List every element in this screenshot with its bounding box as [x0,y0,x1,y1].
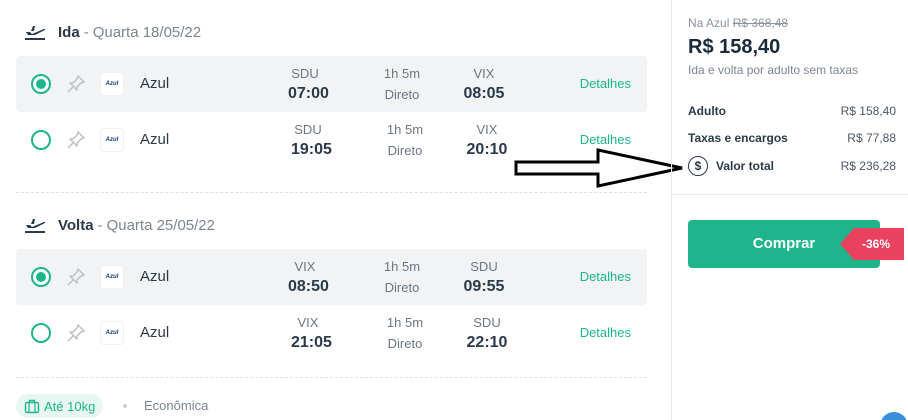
outbound-label: Ida [58,23,80,41]
destination-cell: SDU 22:10 [465,315,509,352]
flight-radio[interactable] [31,74,51,94]
destination-cell: VIX 08:05 [462,66,506,103]
airline-logo: Azul [100,128,124,152]
origin-cell: VIX 08:50 [288,259,329,296]
flight-option-row[interactable]: Azul Azul VIX 21:05 1h 5m Direto SDU 22:… [16,305,647,361]
original-price: R$ 368,48 [732,16,789,30]
flight-stops: Direto [387,336,423,351]
flight-radio[interactable] [31,323,51,343]
cabin-class: Econômica [144,398,209,413]
details-link[interactable]: Detalhes [580,269,631,284]
airline-name: Azul [140,75,170,92]
summary-line-adult: Adulto R$ 158,40 [688,104,896,118]
pin-icon[interactable] [66,323,86,343]
summary-divider [672,194,908,195]
current-price: R$ 158,40 [688,36,781,58]
outbound-header: Ida - Quarta 18/05/22 [24,23,201,41]
pin-icon[interactable] [66,267,86,287]
section-divider [16,377,647,378]
original-price-line: Na Azul R$ 368,48 [688,16,788,30]
departure-time: 21:05 [291,334,332,351]
destination-cell: VIX 20:10 [465,122,509,159]
destination-code: VIX [473,66,495,81]
return-header: Volta - Quarta 25/05/22 [24,216,215,234]
flight-stops: Direto [387,143,423,158]
airline-name: Azul [140,268,170,285]
arrival-time: 22:10 [466,334,508,351]
origin-code: VIX [294,259,316,274]
separator-dot [123,404,127,408]
section-divider [16,192,647,193]
flight-duration: 1h 5m [383,259,421,274]
details-link[interactable]: Detalhes [580,325,631,340]
summary-line-label: Taxas e encargos [688,131,788,145]
pin-icon[interactable] [66,74,86,94]
price-note: Ida e volta por adulto sem taxas [688,63,859,77]
departure-time: 08:50 [288,278,329,295]
flight-stops: Direto [384,87,420,102]
summary-line-total: $ Valor total R$ 236,28 [688,156,896,176]
duration-cell: 1h 5m Direto [381,315,429,351]
airline-logo: Azul [100,321,124,345]
summary-line-label: Adulto [688,104,726,118]
origin-code: VIX [297,315,319,330]
origin-code: SDU [294,122,322,137]
flight-duration: 1h 5m [386,315,424,330]
flight-stops: Direto [384,280,420,295]
baggage-chip: Até 10kg [16,394,104,418]
baggage-label: Até 10kg [44,398,96,414]
chat-bubble[interactable] [880,412,908,420]
destination-code: SDU [473,315,501,330]
origin-cell: SDU 07:00 [288,66,329,103]
departure-time: 07:00 [288,85,329,102]
return-date: Quarta 25/05/22 [106,216,215,234]
arrival-time: 09:55 [463,278,505,295]
destination-code: VIX [476,122,498,137]
destination-code: SDU [470,259,498,274]
price-summary-panel: Na Azul R$ 368,48 R$ 158,40 Ida e volta … [671,0,908,420]
plane-takeoff-icon [25,219,46,233]
departure-time: 19:05 [291,141,332,158]
total-label-wrap: $ Valor total [688,156,774,176]
origin-cell: SDU 19:05 [291,122,332,159]
summary-line-value: R$ 158,40 [840,104,896,118]
flight-option-row[interactable]: Azul Azul SDU 07:00 1h 5m Direto VIX 08:… [16,56,647,112]
arrival-time: 08:05 [463,85,505,102]
luggage-icon [24,399,40,414]
airline-name: Azul [140,324,170,341]
summary-line-label: Valor total [716,159,775,173]
destination-cell: SDU 09:55 [462,259,506,296]
flight-selection-panel: Ida - Quarta 18/05/22 Azul Azul SDU 07:0… [0,0,683,420]
origin-cell: VIX 21:05 [291,315,332,352]
dollar-circle-icon: $ [688,156,708,176]
arrow-annotation-icon [514,148,683,188]
duration-cell: 1h 5m Direto [381,122,429,158]
summary-line-value: R$ 236,28 [840,159,896,173]
header-separator: - [83,23,89,41]
plane-takeoff-icon [25,26,46,40]
flight-radio[interactable] [31,267,51,287]
airline-logo: Azul [100,265,124,289]
return-label: Volta [58,216,94,234]
header-separator: - [97,216,103,234]
original-airline-label: Na Azul [688,16,730,30]
flight-duration: 1h 5m [383,66,421,81]
origin-code: SDU [291,66,319,81]
flight-duration: 1h 5m [386,122,424,137]
duration-cell: 1h 5m Direto [378,259,426,295]
details-link[interactable]: Detalhes [580,76,631,91]
arrival-time: 20:10 [466,141,508,158]
summary-line-value: R$ 77,88 [847,131,896,145]
outbound-date: Quarta 18/05/22 [92,23,202,41]
airline-name: Azul [140,131,170,148]
duration-cell: 1h 5m Direto [378,66,426,102]
pin-icon[interactable] [66,130,86,150]
flight-radio[interactable] [31,130,51,150]
details-link[interactable]: Detalhes [580,132,631,147]
flight-option-row[interactable]: Azul Azul VIX 08:50 1h 5m Direto SDU 09:… [16,249,647,305]
summary-line-taxes: Taxas e encargos R$ 77,88 [688,131,896,145]
airline-logo: Azul [100,72,124,96]
